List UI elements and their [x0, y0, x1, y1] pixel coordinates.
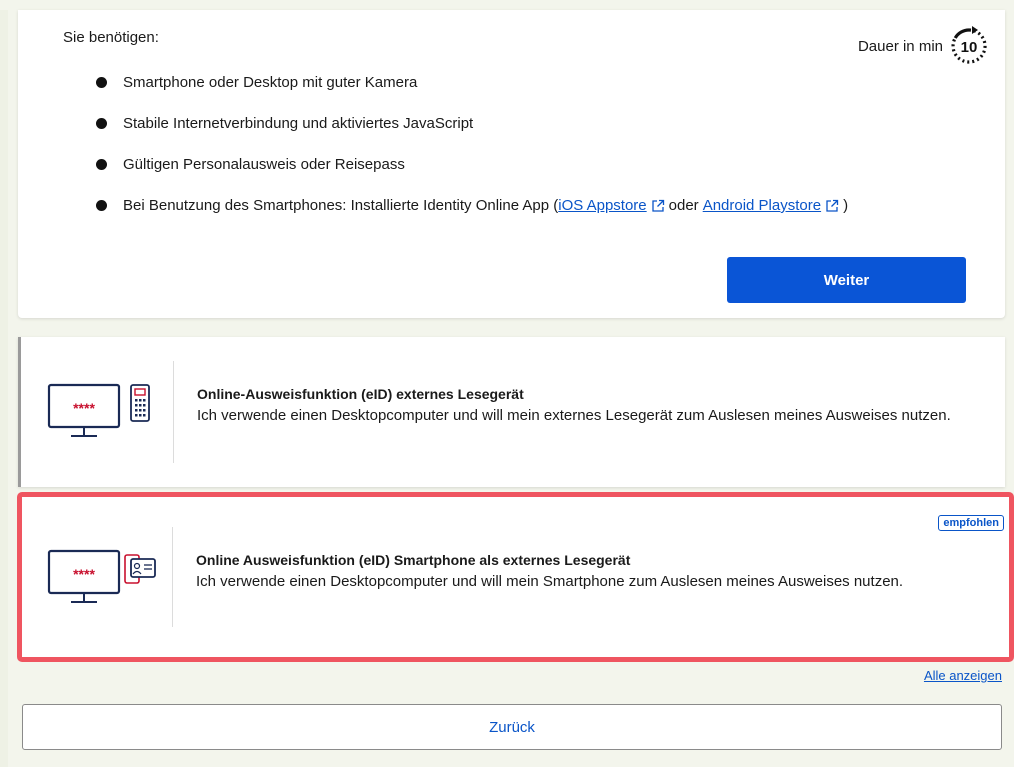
requirement-prefix: Bei Benutzung des Smartphones: Installie…	[123, 197, 559, 214]
recommended-badge: empfohlen	[938, 515, 1004, 531]
option-card-external-reader[interactable]: **** Online-Ausweisfunktion (eID) extern…	[18, 337, 1005, 487]
duration-indicator: Dauer in min 10	[858, 22, 989, 70]
duration-label: Dauer in min	[857, 37, 943, 55]
requirement-item-smartphone: Bei Benutzung des Smartphones: Installie…	[96, 185, 848, 226]
option-title: Online-Ausweisfunktion (eID) externes Le…	[197, 386, 524, 402]
option-text: Online Ausweisfunktion (eID) Smartphone …	[196, 549, 956, 593]
ios-appstore-link[interactable]: iOS Appstore	[558, 197, 646, 214]
option-divider	[172, 527, 173, 627]
option-description: Ich verwende einen Desktopcomputer und w…	[196, 573, 904, 590]
option-title: Online Ausweisfunktion (eID) Smartphone …	[196, 552, 631, 568]
requirement-item: Gültigen Personalausweis oder Reisepass	[96, 144, 848, 185]
next-button[interactable]: Weiter	[727, 257, 966, 303]
screen-pin-text: ****	[73, 566, 95, 582]
option-description: Ich verwende einen Desktopcomputer und w…	[197, 407, 951, 424]
back-button[interactable]: Zurück	[22, 704, 1002, 750]
page-top-edge	[0, 0, 1014, 10]
requirement-middle: oder	[668, 197, 699, 214]
requirement-suffix: )	[843, 197, 849, 214]
requirements-list: Smartphone oder Desktop mit guter Kamera…	[96, 62, 848, 226]
duration-value: 10	[961, 39, 978, 56]
option-card-smartphone-reader[interactable]: empfohlen **** Online Ausweisfunktion (e…	[17, 492, 1014, 662]
external-link-icon	[826, 199, 839, 212]
requirement-item: Smartphone oder Desktop mit guter Kamera	[96, 62, 848, 103]
desktop-card-reader-icon: ****	[47, 383, 150, 437]
android-playstore-link[interactable]: Android Playstore	[703, 197, 821, 214]
requirement-item: Stabile Internetverbindung und aktiviert…	[96, 103, 848, 144]
show-all-link[interactable]: Alle anzeigen	[924, 668, 1002, 683]
page-edge	[0, 0, 8, 767]
external-link-icon	[652, 199, 664, 212]
timer-icon: 10	[951, 26, 987, 64]
requirements-card: Sie benötigen: Dauer in min 10 Smartphon…	[18, 10, 1005, 318]
option-divider	[173, 361, 174, 463]
option-text: Online-Ausweisfunktion (eID) externes Le…	[197, 383, 957, 427]
desktop-smartphone-icon: ****	[47, 549, 156, 603]
screen-pin-text: ****	[73, 400, 95, 416]
requirements-title: Sie benötigen:	[63, 29, 159, 46]
